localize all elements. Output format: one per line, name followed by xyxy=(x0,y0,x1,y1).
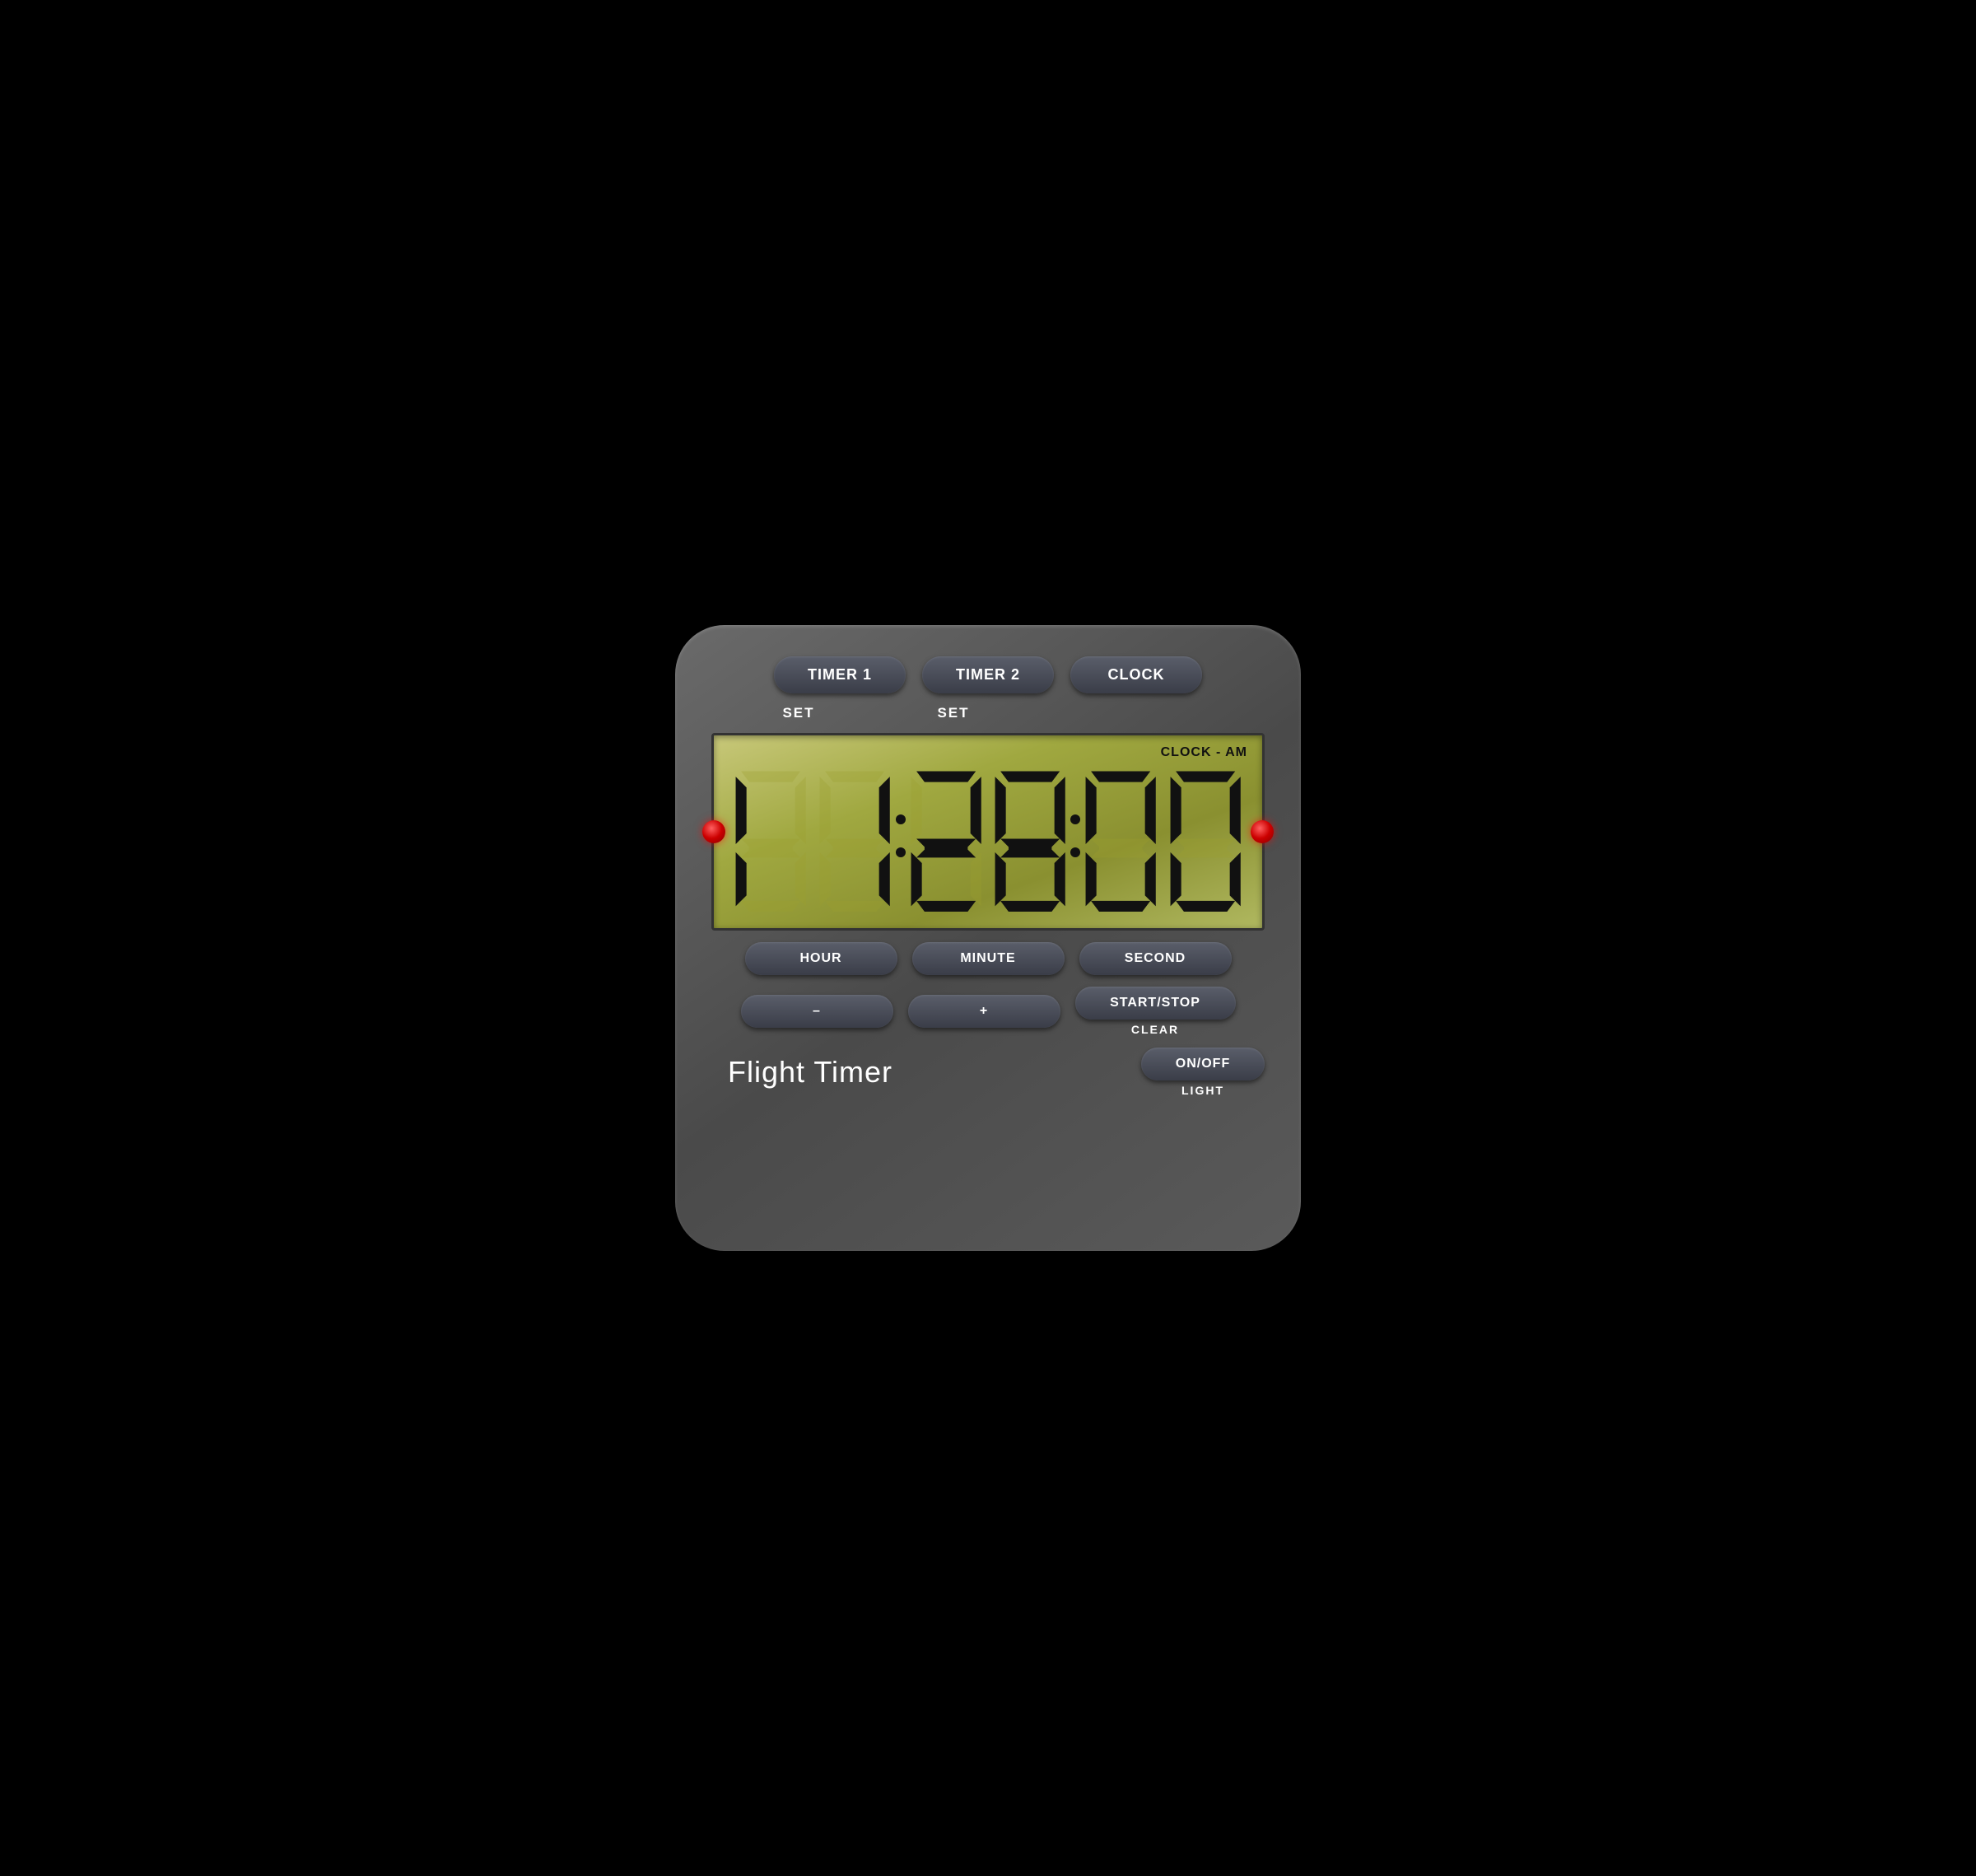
light-label: LIGHT xyxy=(1181,1084,1224,1097)
minute-button[interactable]: MINUTE xyxy=(912,942,1065,975)
colon-1 xyxy=(896,782,906,898)
plus-button[interactable]: + xyxy=(908,995,1060,1028)
digit-m1 xyxy=(906,766,986,914)
on-off-button[interactable]: ON/OFF xyxy=(1141,1048,1265,1080)
digit-s1 xyxy=(1080,766,1161,914)
set-label-2: SET xyxy=(888,705,1019,721)
digit-h1 xyxy=(730,766,811,914)
seconds-digits xyxy=(1080,766,1246,914)
colon-dot-top xyxy=(896,814,906,824)
top-button-row: TIMER 1 TIMER 2 CLOCK xyxy=(700,656,1276,693)
clock-mode-label: CLOCK - AM xyxy=(1161,745,1247,760)
on-off-area: ON/OFF LIGHT xyxy=(1141,1048,1265,1097)
minutes-digits xyxy=(906,766,1071,914)
colon-dot-bottom xyxy=(896,847,906,857)
start-stop-button[interactable]: START/STOP xyxy=(1075,987,1236,1020)
led-left xyxy=(702,820,725,843)
timer2-button[interactable]: TIMER 2 xyxy=(922,656,1054,693)
timer1-button[interactable]: TIMER 1 xyxy=(774,656,906,693)
set-label-1: SET xyxy=(733,705,864,721)
flight-timer-label: Flight Timer xyxy=(728,1055,892,1090)
clear-label: CLEAR xyxy=(1131,1023,1179,1036)
bottom-row-2: – + START/STOP CLEAR xyxy=(700,987,1276,1036)
clock-button[interactable]: CLOCK xyxy=(1070,656,1202,693)
flight-timer-device: TIMER 1 TIMER 2 CLOCK SET SET CLOCK - AM xyxy=(675,625,1301,1251)
bottom-row-1: HOUR MINUTE SECOND xyxy=(700,942,1276,975)
digit-s2 xyxy=(1165,766,1246,914)
colon-2 xyxy=(1070,782,1080,898)
digit-m2 xyxy=(990,766,1070,914)
flight-timer-row: Flight Timer ON/OFF LIGHT xyxy=(700,1048,1276,1097)
minus-button[interactable]: – xyxy=(741,995,893,1028)
hour-button[interactable]: HOUR xyxy=(745,942,897,975)
hours-digits xyxy=(730,766,896,914)
colon-dot-bottom-2 xyxy=(1070,847,1080,857)
second-button[interactable]: SECOND xyxy=(1079,942,1232,975)
time-display xyxy=(730,744,1246,920)
start-stop-area: START/STOP CLEAR xyxy=(1075,987,1236,1036)
set-labels-row: SET SET xyxy=(700,705,1276,721)
digit-h2 xyxy=(814,766,895,914)
lcd-display: CLOCK - AM xyxy=(711,733,1265,931)
display-wrapper: CLOCK - AM xyxy=(700,733,1276,931)
colon-dot-top-2 xyxy=(1070,814,1080,824)
led-right xyxy=(1251,820,1274,843)
